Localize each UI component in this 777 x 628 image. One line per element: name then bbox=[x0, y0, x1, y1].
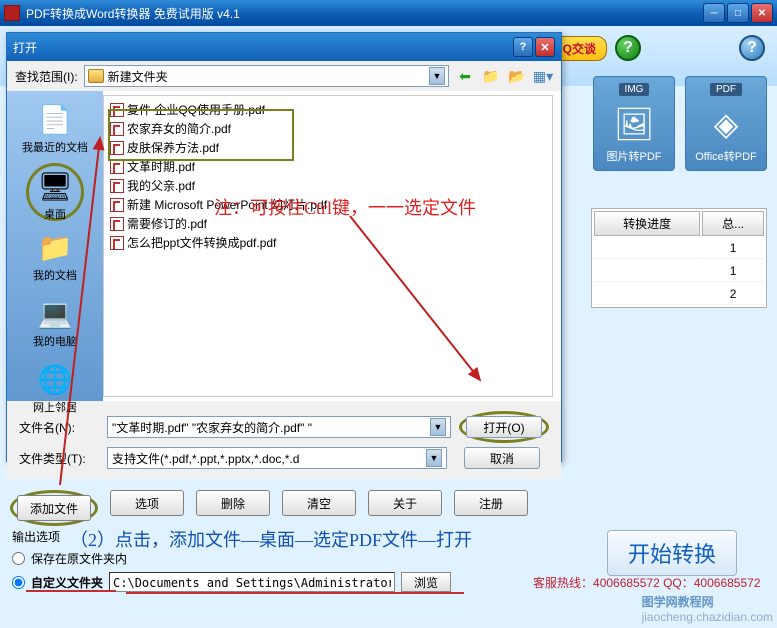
lookin-select[interactable]: 新建文件夹 ▼ bbox=[84, 65, 449, 87]
pdf-file-icon bbox=[110, 236, 124, 250]
place-documents[interactable]: 📁 我的文档 bbox=[13, 225, 97, 287]
view-menu-icon[interactable]: ▦▾ bbox=[533, 66, 553, 86]
place-network[interactable]: 🌐 网上邻居 bbox=[13, 357, 97, 419]
filename-label: 文件名(N): bbox=[19, 419, 99, 436]
tile-name: Office转PDF bbox=[695, 148, 757, 164]
close-button[interactable]: ✕ bbox=[751, 3, 773, 23]
tile-name: 图片转PDF bbox=[607, 148, 662, 164]
pdf-file-icon bbox=[110, 103, 124, 117]
places-bar: 📄 我最近的文档 🖥 桌面 📁 我的文档 💻 我的电脑 🌐 网上邻 bbox=[7, 91, 103, 401]
chevron-down-icon: ▼ bbox=[426, 449, 442, 467]
list-item[interactable]: 复件 企业QQ使用手册.pdf bbox=[108, 100, 548, 119]
computer-icon: 💻 bbox=[37, 295, 73, 331]
up-icon[interactable]: 📁 bbox=[481, 66, 501, 86]
open-button[interactable]: 打开(O) bbox=[466, 416, 542, 438]
tile-office-to-pdf[interactable]: PDF ◈ Office转PDF bbox=[685, 76, 767, 171]
list-item[interactable]: 我的父亲.pdf bbox=[108, 176, 548, 195]
annotation-underline bbox=[26, 590, 116, 592]
list-item[interactable]: 文革时期.pdf bbox=[108, 157, 548, 176]
place-computer[interactable]: 💻 我的电脑 bbox=[13, 291, 97, 353]
network-icon: 🌐 bbox=[37, 361, 73, 397]
delete-button[interactable]: 删除 bbox=[196, 490, 270, 516]
col-total[interactable]: 总... bbox=[702, 211, 764, 236]
open-dialog-titlebar: 打开 ? ✕ bbox=[7, 33, 561, 61]
tile-badge: IMG bbox=[619, 83, 650, 96]
app-icon bbox=[4, 5, 20, 21]
main-titlebar: PDF转换成Word转换器 免费试用版 v4.1 ─ □ ✕ bbox=[0, 0, 777, 26]
new-folder-icon[interactable]: 📂 bbox=[507, 66, 527, 86]
tile-badge: PDF bbox=[710, 83, 742, 96]
folder-icon bbox=[88, 69, 104, 83]
watermark: 图学网教程网 jiaocheng.chazidian.com bbox=[642, 593, 773, 624]
pdf-file-icon bbox=[110, 160, 124, 174]
register-button[interactable]: 注册 bbox=[454, 490, 528, 516]
clear-button[interactable]: 清空 bbox=[282, 490, 356, 516]
help-blue-button[interactable]: ? bbox=[739, 35, 765, 61]
documents-icon: 📁 bbox=[37, 229, 73, 265]
output-legend: 输出选项 bbox=[12, 528, 60, 545]
list-item[interactable]: 皮肤保养方法.pdf bbox=[108, 138, 548, 157]
radio-same-folder[interactable] bbox=[12, 552, 25, 565]
filetype-select[interactable]: 支持文件(*.pdf,*.ppt,*.pptx,*.doc,*.d ▼ bbox=[107, 447, 447, 469]
about-button[interactable]: 关于 bbox=[368, 490, 442, 516]
annotation-text: 注：可按住Ctrl键，一一选定文件 bbox=[214, 194, 476, 220]
step-annotation: （2）点击，添加文件—桌面—选定PDF文件—打开 bbox=[70, 526, 472, 552]
table-row[interactable]: 2 bbox=[594, 284, 764, 305]
open-dialog: 打开 ? ✕ 查找范围(I): 新建文件夹 ▼ ⬅ 📁 📂 ▦▾ 📄 我最近的文… bbox=[6, 32, 562, 462]
pdf-file-icon bbox=[110, 141, 124, 155]
col-progress[interactable]: 转换进度 bbox=[594, 211, 700, 236]
filetype-label: 文件类型(T): bbox=[19, 450, 99, 467]
radio-same-label: 保存在原文件夹内 bbox=[31, 550, 127, 567]
cancel-button[interactable]: 取消 bbox=[464, 447, 540, 469]
annotation-underline bbox=[126, 592, 464, 594]
window-title: PDF转换成Word转换器 免费试用版 v4.1 bbox=[26, 5, 703, 22]
list-item[interactable]: 农家弃女的简介.pdf bbox=[108, 119, 548, 138]
lookin-value: 新建文件夹 bbox=[108, 68, 168, 85]
hotline-text: 客服热线：4006685572 QQ：4006685572 bbox=[533, 574, 760, 591]
pdf-file-icon bbox=[110, 122, 124, 136]
tile-img-to-pdf[interactable]: IMG 🖼 图片转PDF bbox=[593, 76, 675, 171]
place-desktop[interactable]: 🖥 桌面 bbox=[26, 163, 84, 221]
help-green-button[interactable]: ? bbox=[615, 35, 641, 61]
output-path-input[interactable] bbox=[109, 572, 395, 592]
radio-custom-label: 自定义文件夹 bbox=[31, 574, 103, 591]
add-file-button[interactable]: 添加文件 bbox=[17, 495, 91, 521]
image-icon: 🖼 bbox=[614, 100, 655, 148]
browse-button[interactable]: 浏览 bbox=[401, 572, 451, 592]
table-row[interactable]: 1 bbox=[594, 261, 764, 282]
place-recent[interactable]: 📄 我最近的文档 bbox=[13, 97, 97, 159]
back-icon[interactable]: ⬅ bbox=[455, 66, 475, 86]
file-list[interactable]: 复件 企业QQ使用手册.pdf 农家弃女的简介.pdf 皮肤保养方法.pdf 文… bbox=[103, 95, 553, 397]
lookin-label: 查找范围(I): bbox=[15, 68, 78, 85]
minimize-button[interactable]: ─ bbox=[703, 3, 725, 23]
pdf-icon: ◈ bbox=[714, 100, 739, 148]
dialog-help-button[interactable]: ? bbox=[513, 37, 533, 57]
progress-table: 转换进度 总... 1 1 2 bbox=[591, 208, 767, 308]
chevron-down-icon: ▼ bbox=[430, 418, 446, 436]
filename-input[interactable]: "文革时期.pdf" "农家弃女的简介.pdf" " ▼ bbox=[107, 416, 451, 438]
chevron-down-icon: ▼ bbox=[429, 67, 445, 85]
pdf-file-icon bbox=[110, 179, 124, 193]
recent-icon: 📄 bbox=[37, 101, 73, 137]
radio-custom-folder[interactable] bbox=[12, 576, 25, 589]
maximize-button[interactable]: □ bbox=[727, 3, 749, 23]
table-row[interactable]: 1 bbox=[594, 238, 764, 259]
start-convert-button[interactable]: 开始转换 bbox=[607, 530, 737, 576]
open-dialog-title: 打开 bbox=[13, 39, 511, 56]
list-item[interactable]: 怎么把ppt文件转换成pdf.pdf bbox=[108, 233, 548, 252]
pdf-file-icon bbox=[110, 198, 124, 212]
options-button[interactable]: 选项 bbox=[110, 490, 184, 516]
desktop-icon: 🖥 bbox=[37, 168, 73, 204]
dialog-close-button[interactable]: ✕ bbox=[535, 37, 555, 57]
pdf-file-icon bbox=[110, 217, 124, 231]
